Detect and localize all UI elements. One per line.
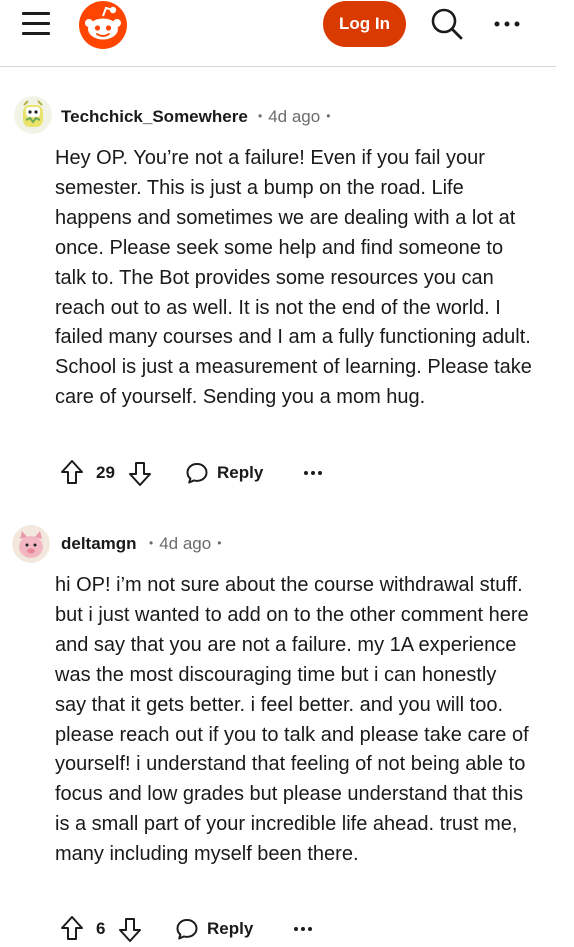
comment: deltamgn • 4d ago • hi OP! i’m not sure ab… — [0, 0, 556, 947]
comment-more-icon[interactable] — [293, 913, 313, 945]
downvote-icon[interactable] — [118, 913, 142, 945]
comment-username[interactable]: deltamgn — [61, 534, 137, 554]
comment-age: 4d ago — [159, 534, 212, 553]
user-avatar[interactable] — [12, 525, 50, 563]
upvote-icon[interactable] — [60, 913, 84, 945]
comment-actions: 6 Reply — [60, 913, 360, 945]
comment-body: hi OP! i’m not sure about the course wit… — [55, 574, 529, 866]
reply-button[interactable]: Reply — [175, 913, 253, 945]
vote-count: 6 — [96, 919, 106, 938]
reply-icon — [176, 919, 198, 940]
reply-label: Reply — [207, 919, 254, 938]
comment-meta: • 4d ago • — [149, 534, 222, 553]
